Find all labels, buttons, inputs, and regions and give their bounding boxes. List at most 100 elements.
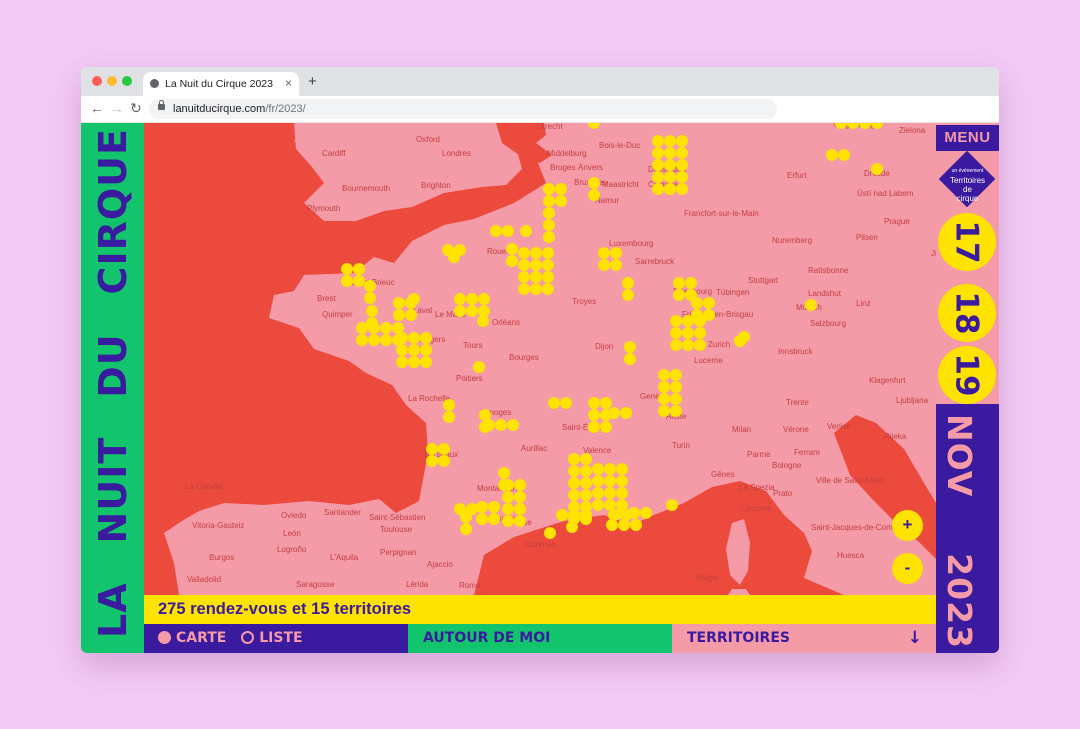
event-marker-dot[interactable]	[610, 259, 622, 271]
zoom-out-button[interactable]: -	[892, 553, 923, 584]
event-marker-dot[interactable]	[682, 339, 694, 351]
event-marker-dot[interactable]	[488, 501, 500, 513]
event-marker-dot[interactable]	[588, 421, 600, 433]
event-marker-dot[interactable]	[555, 183, 567, 195]
event-marker-dot[interactable]	[543, 195, 555, 207]
event-marker-dot[interactable]	[560, 397, 572, 409]
event-marker-dot[interactable]	[356, 334, 368, 346]
event-marker-dot[interactable]	[506, 255, 518, 267]
event-marker-dot[interactable]	[518, 259, 530, 271]
date-18[interactable]: 18	[938, 284, 996, 342]
event-marker-dot[interactable]	[592, 499, 604, 511]
event-marker-dot[interactable]	[604, 487, 616, 499]
event-marker-dot[interactable]	[691, 297, 703, 309]
maximize-window-button[interactable]	[122, 76, 132, 86]
event-marker-dot[interactable]	[652, 135, 664, 147]
event-marker-dot[interactable]	[568, 465, 580, 477]
event-marker-dot[interactable]	[438, 443, 450, 455]
event-marker-dot[interactable]	[393, 309, 405, 321]
event-marker-dot[interactable]	[604, 475, 616, 487]
event-marker-dot[interactable]	[676, 183, 688, 195]
event-marker-dot[interactable]	[530, 259, 542, 271]
event-marker-dot[interactable]	[364, 292, 376, 304]
event-marker-dot[interactable]	[506, 243, 518, 255]
event-marker-dot[interactable]	[556, 509, 568, 521]
event-marker-dot[interactable]	[608, 407, 620, 419]
close-window-button[interactable]	[92, 76, 102, 86]
event-marker-dot[interactable]	[666, 499, 678, 511]
event-marker-dot[interactable]	[466, 305, 478, 317]
event-marker-dot[interactable]	[396, 344, 408, 356]
event-marker-dot[interactable]	[454, 305, 466, 317]
event-marker-dot[interactable]	[838, 149, 850, 161]
event-marker-dot[interactable]	[588, 177, 600, 189]
event-marker-dot[interactable]	[670, 369, 682, 381]
event-marker-dot[interactable]	[420, 332, 432, 344]
minimize-window-button[interactable]	[107, 76, 117, 86]
event-marker-dot[interactable]	[543, 183, 555, 195]
new-tab-button[interactable]: +	[308, 73, 317, 90]
event-marker-dot[interactable]	[610, 247, 622, 259]
event-marker-dot[interactable]	[676, 159, 688, 171]
event-marker-dot[interactable]	[514, 503, 526, 515]
event-marker-dot[interactable]	[393, 297, 405, 309]
event-marker-dot[interactable]	[568, 453, 580, 465]
url-field[interactable]: lanuitducirque.com/fr/2023/	[149, 99, 777, 119]
event-marker-dot[interactable]	[368, 334, 380, 346]
event-marker-dot[interactable]	[620, 407, 632, 419]
event-marker-dot[interactable]	[405, 309, 417, 321]
event-marker-dot[interactable]	[592, 463, 604, 475]
event-marker-dot[interactable]	[544, 527, 556, 539]
event-marker-dot[interactable]	[460, 523, 472, 535]
event-marker-dot[interactable]	[676, 171, 688, 183]
event-marker-dot[interactable]	[676, 135, 688, 147]
event-marker-dot[interactable]	[502, 515, 514, 527]
map[interactable]: UtrechtMagdeburgZielonaOxfordLondresCard…	[144, 123, 936, 595]
event-marker-dot[interactable]	[488, 513, 500, 525]
event-marker-dot[interactable]	[580, 465, 592, 477]
event-marker-dot[interactable]	[518, 247, 530, 259]
event-marker-dot[interactable]	[598, 259, 610, 271]
forward-icon[interactable]: →	[110, 100, 124, 116]
event-marker-dot[interactable]	[568, 489, 580, 501]
event-marker-dot[interactable]	[420, 344, 432, 356]
event-marker-dot[interactable]	[476, 513, 488, 525]
event-marker-dot[interactable]	[396, 356, 408, 368]
event-marker-dot[interactable]	[682, 315, 694, 327]
event-marker-dot[interactable]	[670, 339, 682, 351]
event-marker-dot[interactable]	[670, 405, 682, 417]
event-marker-dot[interactable]	[580, 477, 592, 489]
event-marker-dot[interactable]	[826, 149, 838, 161]
event-marker-dot[interactable]	[543, 231, 555, 243]
event-marker-dot[interactable]	[606, 519, 618, 531]
event-marker-dot[interactable]	[658, 405, 670, 417]
liste-option[interactable]: LISTE	[241, 630, 303, 646]
event-marker-dot[interactable]	[408, 356, 420, 368]
event-marker-dot[interactable]	[658, 381, 670, 393]
event-marker-dot[interactable]	[483, 419, 495, 431]
event-marker-dot[interactable]	[622, 277, 634, 289]
event-marker-dot[interactable]	[592, 487, 604, 499]
event-marker-dot[interactable]	[604, 463, 616, 475]
event-marker-dot[interactable]	[514, 479, 526, 491]
event-marker-dot[interactable]	[498, 467, 510, 479]
event-marker-dot[interactable]	[443, 411, 455, 423]
event-marker-dot[interactable]	[353, 275, 365, 287]
event-marker-dot[interactable]	[507, 419, 519, 431]
event-marker-dot[interactable]	[871, 163, 883, 175]
event-marker-dot[interactable]	[694, 339, 706, 351]
event-marker-dot[interactable]	[543, 207, 555, 219]
event-marker-dot[interactable]	[478, 293, 490, 305]
event-marker-dot[interactable]	[616, 487, 628, 499]
event-marker-dot[interactable]	[341, 275, 353, 287]
event-marker-dot[interactable]	[502, 491, 514, 503]
event-marker-dot[interactable]	[664, 171, 676, 183]
event-marker-dot[interactable]	[490, 225, 502, 237]
event-marker-dot[interactable]	[652, 183, 664, 195]
event-marker-dot[interactable]	[408, 332, 420, 344]
event-marker-dot[interactable]	[368, 322, 380, 334]
event-marker-dot[interactable]	[466, 293, 478, 305]
event-marker-dot[interactable]	[530, 247, 542, 259]
event-marker-dot[interactable]	[673, 277, 685, 289]
territoires-button[interactable]: TERRITOIRES ↓	[672, 624, 936, 653]
